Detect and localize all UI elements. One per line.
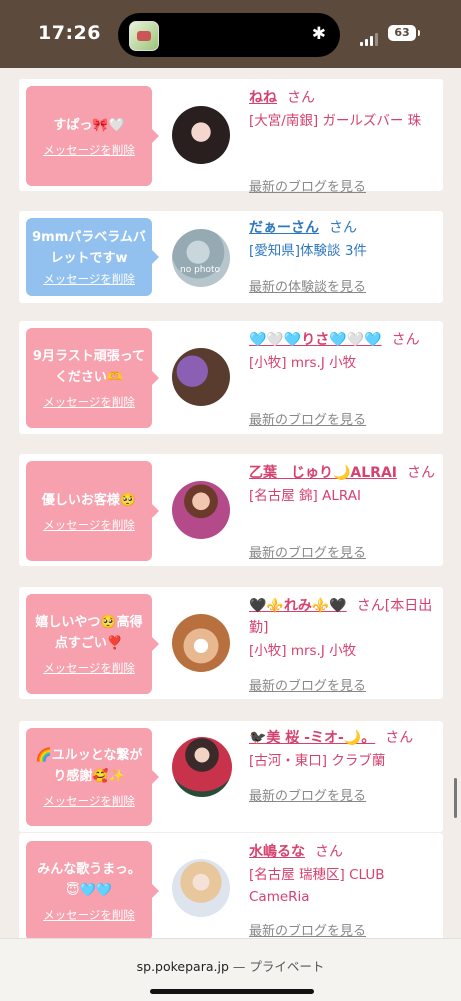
private-mode-label: プライベート [249, 959, 325, 974]
app-icon [129, 21, 159, 51]
message-bubble: 9月ラスト頑張ってください🫶 メッセージを削除 [26, 328, 159, 428]
delete-message-link[interactable]: メッセージを削除 [43, 660, 135, 676]
name-link[interactable]: 🐦‍⬛美 桜 -ミオ-🌙。 [249, 730, 375, 746]
shop-name: [大宮/南銀] ガールズバー 珠 [249, 113, 422, 129]
message-bubble: みんな歌うまっ。😇🩵🩵 メッセージを削除 [26, 841, 159, 941]
latest-review-link[interactable]: 最新の体験談を見る [249, 276, 366, 295]
message-text: 9月ラスト頑張ってください🫶 [32, 349, 146, 385]
list-item: 優しいお客様🥺 メッセージを削除 乙葉 じゅり🌙ALRAI さん [名古屋 錦] … [19, 454, 443, 566]
list-item: 9月ラスト頑張ってください🫶 メッセージを削除 🩵🤍🩵りさ🩵🤍🩵 さん [小牧] … [19, 321, 443, 434]
scrollbar[interactable] [454, 778, 457, 818]
dynamic-island: ✱ [118, 13, 340, 57]
delete-message-link[interactable]: メッセージを削除 [43, 394, 135, 410]
home-indicator[interactable] [150, 989, 314, 994]
list-item: 9mmパラベラムバレットですw メッセージを削除 no photo だぁーさんさ… [19, 211, 443, 303]
name-link[interactable]: ねね [249, 90, 277, 106]
latest-blog-link[interactable]: 最新のブログを見る [249, 176, 366, 195]
message-bubble: 嬉しいやつ🥺高得点すごい❣️ メッセージを削除 [26, 594, 159, 694]
message-text: 優しいお客様🥺 [41, 492, 137, 508]
name-link[interactable]: 水嶋るな [249, 844, 305, 860]
honorific: さん [407, 465, 436, 481]
avatar[interactable] [172, 348, 230, 406]
avatar[interactable]: no photo [172, 229, 230, 287]
list-item: 嬉しいやつ🥺高得点すごい❣️ メッセージを削除 🖤⚜️れみ⚜️🖤 さん[本日出勤]… [19, 587, 443, 699]
avatar[interactable] [172, 614, 230, 672]
separator: — [228, 959, 250, 974]
delete-message-link[interactable]: メッセージを削除 [43, 142, 135, 158]
honorific: さん [329, 220, 357, 236]
message-bubble: 🌈ユルッとな繋がり感謝🥰✨ メッセージを削除 [26, 728, 159, 826]
battery-icon: 63 [388, 25, 420, 41]
avatar[interactable] [172, 859, 230, 917]
bluetooth-icon: ✱ [311, 24, 326, 44]
message-text: みんな歌うまっ。😇🩵🩵 [37, 862, 141, 898]
message-bubble: 9mmパラベラムバレットですw メッセージを削除 [26, 218, 159, 296]
latest-blog-link[interactable]: 最新のブログを見る [249, 675, 366, 694]
status-bar: 17:26 ✱ 63 [0, 0, 461, 68]
avatar[interactable] [172, 481, 230, 539]
message-text: 🌈ユルッとな繋がり感謝🥰✨ [35, 748, 143, 784]
avatar[interactable] [172, 737, 232, 797]
list-item: みんな歌うまっ。😇🩵🩵 メッセージを削除 水嶋るな さん [名古屋 瑞穂区] CL… [19, 833, 443, 943]
delete-message-link[interactable]: メッセージを削除 [43, 907, 135, 923]
honorific: さん [315, 844, 343, 860]
message-bubble: 優しいお客様🥺 メッセージを削除 [26, 461, 159, 561]
clock: 17:26 [38, 22, 101, 44]
message-text: すぱっ🎀🤍 [53, 117, 125, 133]
signal-icon [360, 27, 380, 46]
latest-blog-link[interactable]: 最新のブログを見る [249, 542, 366, 561]
message-text: 9mmパラベラムバレットですw [32, 230, 146, 266]
delete-message-link[interactable]: メッセージを削除 [43, 793, 135, 809]
name-link[interactable]: 🩵🤍🩵りさ🩵🤍🩵 [249, 332, 382, 348]
honorific: さん [287, 90, 315, 106]
no-photo-label: no photo [180, 265, 221, 275]
list-item: 🌈ユルッとな繋がり感謝🥰✨ メッセージを削除 🐦‍⬛美 桜 -ミオ-🌙。 さん [… [19, 721, 443, 832]
shop-name: [小牧] mrs.J 小牧 [249, 643, 357, 659]
avatar[interactable] [172, 106, 230, 164]
shop-name: [愛知県]体験談 3件 [249, 243, 367, 259]
name-link[interactable]: 🖤⚜️れみ⚜️🖤 [249, 598, 347, 614]
message-bubble: すぱっ🎀🤍 メッセージを削除 [26, 86, 159, 186]
latest-blog-link[interactable]: 最新のブログを見る [249, 920, 366, 939]
honorific: さん [391, 332, 420, 348]
domain: sp.pokepara.jp [136, 959, 229, 974]
name-link[interactable]: だぁーさん [249, 220, 319, 236]
shop-name: [名古屋 瑞穂区] CLUB CameRia [249, 867, 385, 905]
shop-name: [名古屋 錦] ALRAI [249, 488, 361, 504]
delete-message-link[interactable]: メッセージを削除 [43, 517, 135, 533]
latest-blog-link[interactable]: 最新のブログを見る [249, 785, 366, 804]
latest-blog-link[interactable]: 最新のブログを見る [249, 409, 366, 428]
shop-name: [小牧] mrs.J 小牧 [249, 355, 357, 371]
shop-name: [古河・東口] クラブ蘭 [249, 753, 386, 769]
browser-address-bar[interactable]: sp.pokepara.jp — プライベート [0, 938, 461, 1001]
url-text[interactable]: sp.pokepara.jp — プライベート [0, 956, 461, 975]
list-item: すぱっ🎀🤍 メッセージを削除 ねね さん [大宮/南銀] ガールズバー 珠 最新の… [19, 79, 443, 195]
name-link[interactable]: 乙葉 じゅり🌙ALRAI [249, 465, 397, 481]
honorific: さん [385, 730, 414, 746]
delete-message-link[interactable]: メッセージを削除 [43, 271, 135, 287]
message-text: 嬉しいやつ🥺高得点すごい❣️ [35, 615, 143, 651]
